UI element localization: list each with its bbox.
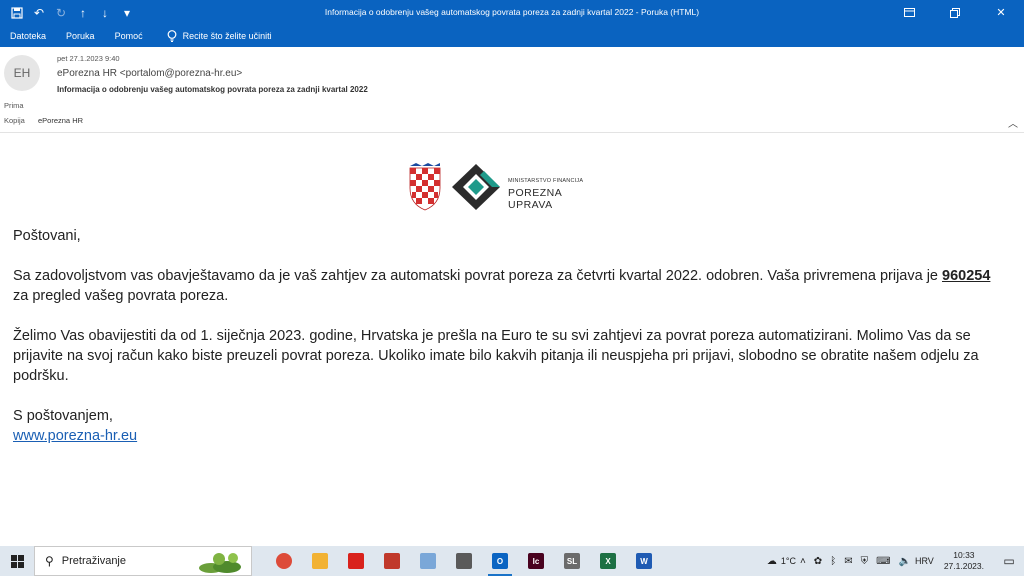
logo-agency: POREZNA UPRAVA (508, 187, 562, 211)
logo-ministry: MINISTARSTVO FINANCIJA (508, 178, 584, 184)
up-arrow-icon[interactable]: ↑ (72, 0, 94, 25)
taskbar-app-word[interactable]: W (626, 546, 662, 576)
search-highlight-icon (199, 553, 241, 573)
start-button[interactable] (0, 546, 34, 576)
taskbar: ⚲ Pretraživanje O Ic SL X W ☁ 1°C ˄ ✿ ᛒ ✉ ⛨ … (0, 546, 1024, 576)
tell-me-text: Recite što želite učiniti (182, 31, 272, 41)
closing: S poštovanjem, (13, 408, 113, 424)
taskbar-app-indesign[interactable]: Ic (518, 546, 554, 576)
to-label: Prima (4, 101, 24, 110)
window-controls: ✕ (886, 0, 1024, 25)
porezna-link[interactable]: www.porezna-hr.eu (13, 428, 137, 444)
clock[interactable]: 10:33 27.1.2023. (944, 550, 984, 572)
save-icon[interactable] (6, 0, 28, 25)
paragraph-euro: Želimo Vas obavijestiti da od 1. siječnj… (13, 328, 979, 384)
taskbar-app-calculator[interactable] (446, 546, 482, 576)
weather-icon[interactable]: ☁ (767, 556, 777, 567)
notifications-icon[interactable]: ▭ (994, 554, 1024, 568)
taskbar-search[interactable]: ⚲ Pretraživanje (34, 546, 252, 576)
ribbon: Datoteka Poruka Pomoć Recite što želite … (0, 25, 1024, 47)
paragraph-refund: Sa zadovoljstvom vas obavještavamo da je… (13, 266, 1003, 306)
avatar: EH (4, 55, 40, 91)
porezna-diamond-icon (452, 164, 500, 210)
search-icon: ⚲ (45, 554, 54, 568)
application-code: 960254 (942, 268, 991, 284)
taskbar-app-chrome[interactable] (266, 546, 302, 576)
clock-time: 10:33 (953, 550, 975, 560)
taskbar-apps: O Ic SL X W (266, 546, 662, 576)
subject: Informacija o odobrenju vašeg automatsko… (57, 85, 368, 94)
system-tray: ☁ 1°C ˄ ✿ ᛒ ✉ ⛨ ⌨ 🔈 HRV 10:33 27.1.2023.… (763, 546, 1024, 576)
greeting: Poštovani, (13, 228, 81, 244)
taskbar-app-outlook[interactable]: O (482, 546, 518, 576)
word-icon: W (636, 553, 652, 569)
search-placeholder: Pretraživanje (61, 555, 126, 567)
excel-icon: X (600, 553, 616, 569)
clock-date: 27.1.2023. (943, 561, 984, 571)
taskbar-app-puzzle[interactable] (374, 546, 410, 576)
taskbar-app-excel[interactable]: X (590, 546, 626, 576)
cc-label: Kopija (4, 116, 25, 125)
tray-app-icon[interactable]: ✿ (814, 556, 822, 567)
sl-app-icon: SL (564, 553, 580, 569)
lightbulb-icon (167, 30, 176, 42)
temperature[interactable]: 1°C (781, 556, 796, 566)
chrome-icon (276, 553, 292, 569)
outlook-icon: O (492, 553, 508, 569)
quick-access-toolbar: ↶ ↻ ↑ ↓ ▾ (0, 0, 138, 25)
window-title: Informacija o odobrenju vašeg automatsko… (324, 7, 700, 17)
taskbar-app-sl-app[interactable]: SL (554, 546, 590, 576)
calculator-icon (456, 553, 472, 569)
paint-icon (420, 553, 436, 569)
message-header: EH pet 27.1.2023 9:40 ePorezna HR <porta… (0, 47, 1024, 133)
maximize-icon[interactable] (932, 0, 978, 25)
porezna-uprava-logo: MINISTARSTVO FINANCIJA POREZNA UPRAVA (408, 162, 608, 212)
tab-pomoc[interactable]: Pomoć (115, 31, 143, 41)
undo-icon[interactable]: ↶ (28, 0, 50, 25)
security-icon[interactable]: ⛨ (861, 556, 869, 567)
outlook-tray-icon[interactable]: ✉ (844, 556, 852, 567)
bluetooth-icon[interactable]: ᛒ (830, 556, 836, 567)
close-icon[interactable]: ✕ (978, 0, 1024, 25)
show-hidden-icon[interactable]: ˄ (800, 556, 806, 567)
network-icon[interactable]: ⌨ (876, 556, 890, 567)
collapse-header-icon[interactable]: ︿ (1008, 115, 1018, 130)
message-body: MINISTARSTVO FINANCIJA POREZNA UPRAVA Po… (0, 134, 1024, 546)
puzzle-icon (384, 553, 400, 569)
redo-icon[interactable]: ↻ (50, 0, 72, 25)
paragraph-refund-end: za pregled vašeg povrata poreza. (13, 288, 229, 304)
sender[interactable]: ePorezna HR <portalom@porezna-hr.eu> (57, 68, 242, 79)
cc-recipient[interactable]: ePorezna HR (38, 116, 83, 125)
language[interactable]: HRV (915, 556, 934, 566)
tab-poruka[interactable]: Poruka (66, 31, 95, 41)
tell-me-box[interactable]: Recite što želite učiniti (167, 30, 272, 42)
taskbar-app-file-explorer[interactable] (302, 546, 338, 576)
down-arrow-icon[interactable]: ↓ (94, 0, 116, 25)
taskbar-app-acrobat[interactable] (338, 546, 374, 576)
acrobat-icon (348, 553, 364, 569)
taskbar-app-paint[interactable] (410, 546, 446, 576)
paragraph-refund-start: Sa zadovoljstvom vas obavještavamo da je… (13, 268, 943, 284)
more-icon[interactable]: ▾ (116, 0, 138, 25)
indesign-icon: Ic (528, 553, 544, 569)
windows-icon (10, 554, 24, 568)
tab-datoteka[interactable]: Datoteka (10, 31, 46, 41)
coat-of-arms-icon (409, 163, 441, 211)
sent-date: pet 27.1.2023 9:40 (57, 54, 120, 63)
restore-icon[interactable] (886, 0, 932, 25)
speaker-icon[interactable]: 🔈 (899, 556, 911, 567)
message-text: Poštovani, Sa zadovoljstvom vas obavješt… (13, 226, 1003, 446)
title-bar: ↶ ↻ ↑ ↓ ▾ Informacija o odobrenju vašeg … (0, 0, 1024, 25)
file-explorer-icon (312, 553, 328, 569)
